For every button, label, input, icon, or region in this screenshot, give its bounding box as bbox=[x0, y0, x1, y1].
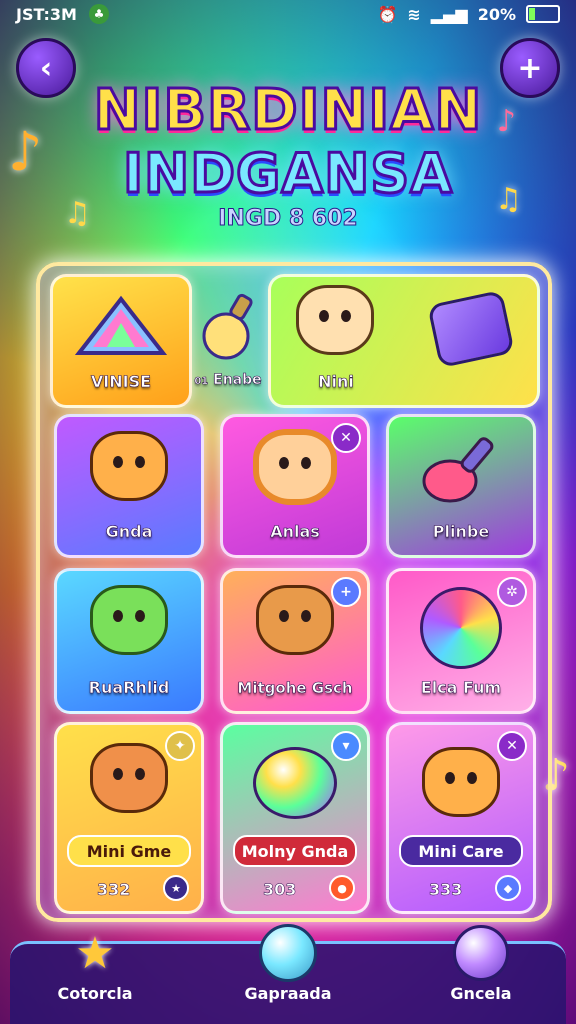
card-label: Plinbe bbox=[432, 522, 490, 542]
bottom-nav: ★ Cotorcla Gapraada Gncela bbox=[10, 924, 566, 1024]
card-label: 01 Enabe bbox=[194, 372, 262, 389]
card-label: Mitgohe Gsch bbox=[237, 679, 353, 698]
coin-icon: ★ bbox=[163, 875, 189, 901]
status-time: JST:3M bbox=[16, 4, 77, 24]
hamster-icon bbox=[296, 285, 374, 355]
game-card[interactable]: Gnda bbox=[54, 414, 204, 558]
app-notification-icon: ♣ bbox=[88, 4, 109, 24]
nav-item-gncela[interactable]: Gncela bbox=[416, 925, 546, 1003]
prism-icon bbox=[73, 293, 169, 359]
game-card[interactable]: Nini ♪ bbox=[268, 274, 540, 408]
signal-icon: ▂▄▆ bbox=[430, 4, 468, 24]
card-label-pill: Mini Care bbox=[399, 835, 523, 867]
nav-item-gapraada[interactable]: Gapraada bbox=[223, 924, 353, 1003]
game-card[interactable]: ✲ Elca Fum bbox=[386, 568, 536, 714]
status-bar: JST:3M ♣ ⏰ ≋ ▂▄▆ 20% bbox=[0, 0, 576, 28]
game-subtitle: INGD 8 602 bbox=[218, 206, 358, 232]
potion-icon bbox=[416, 431, 506, 507]
battery-icon bbox=[526, 5, 560, 23]
nav-item-cotorcla[interactable]: ★ Cotorcla bbox=[30, 928, 160, 1004]
card-label: RuaRhlid bbox=[88, 678, 170, 698]
card-label: Elca Fum bbox=[420, 678, 502, 698]
coin-icon: ◆ bbox=[495, 875, 521, 901]
cat-icon bbox=[90, 743, 168, 813]
battery-percent: 20% bbox=[477, 4, 516, 24]
game-card[interactable]: ✦ Mini Gme 332 ★ bbox=[54, 722, 204, 914]
game-card[interactable]: 01 Enabe bbox=[190, 274, 266, 402]
globe-icon bbox=[420, 587, 502, 669]
alarm-icon: ⏰ bbox=[377, 4, 398, 24]
nav-label: Gapraada bbox=[244, 984, 332, 1003]
game-card[interactable]: + Mitgohe Gsch bbox=[220, 568, 370, 714]
blob-icon bbox=[253, 747, 337, 819]
game-title-line2: INDGANSA bbox=[121, 141, 454, 207]
slime-icon bbox=[259, 924, 317, 982]
wifi-icon: ≋ bbox=[407, 4, 421, 24]
game-card[interactable]: Plinbe bbox=[386, 414, 536, 558]
card-label: VINISE bbox=[90, 372, 152, 392]
card-count: 333 bbox=[429, 880, 463, 900]
game-card[interactable]: RuaRhlid bbox=[54, 568, 204, 714]
nav-label: Cotorcla bbox=[57, 984, 133, 1003]
bear-icon bbox=[256, 585, 334, 655]
bulb-icon bbox=[198, 290, 258, 370]
close-badge-icon[interactable]: ✕ bbox=[497, 731, 527, 761]
star-icon: ★ bbox=[75, 927, 115, 979]
coin-icon: ● bbox=[329, 875, 355, 901]
fox-icon bbox=[422, 747, 500, 817]
card-count: 303 bbox=[263, 880, 297, 900]
dragon-icon bbox=[90, 585, 168, 655]
game-card[interactable]: VINISE bbox=[50, 274, 192, 408]
game-card[interactable]: ▾ Molny Gnda 303 ● bbox=[220, 722, 370, 914]
card-label: Nini bbox=[318, 372, 354, 392]
card-prefix: 01 bbox=[194, 376, 209, 388]
game-card[interactable]: ✕ Anlas bbox=[220, 414, 370, 558]
nav-label: Gncela bbox=[450, 984, 512, 1003]
card-label-pill: Mini Gme bbox=[67, 835, 191, 867]
coin-badge-icon[interactable]: ✦ bbox=[165, 731, 195, 761]
game-board: VINISE 01 Enabe Nini ♪ Gnda ✕ Anlas bbox=[36, 262, 552, 922]
card-count: 332 bbox=[97, 880, 131, 900]
card-label-pill: Molny Gnda bbox=[233, 835, 357, 867]
monkey-icon bbox=[90, 431, 168, 501]
cube-icon bbox=[427, 289, 515, 369]
game-title-line1: NIBRDINIAN bbox=[92, 77, 483, 145]
game-card[interactable]: ✕ Mini Care 333 ◆ bbox=[386, 722, 536, 914]
card-label: Gnda bbox=[105, 522, 153, 542]
plus-badge-icon[interactable]: + bbox=[331, 577, 361, 607]
girl-icon bbox=[253, 429, 337, 505]
orb-icon bbox=[452, 924, 510, 982]
card-label: Anlas bbox=[270, 522, 320, 542]
